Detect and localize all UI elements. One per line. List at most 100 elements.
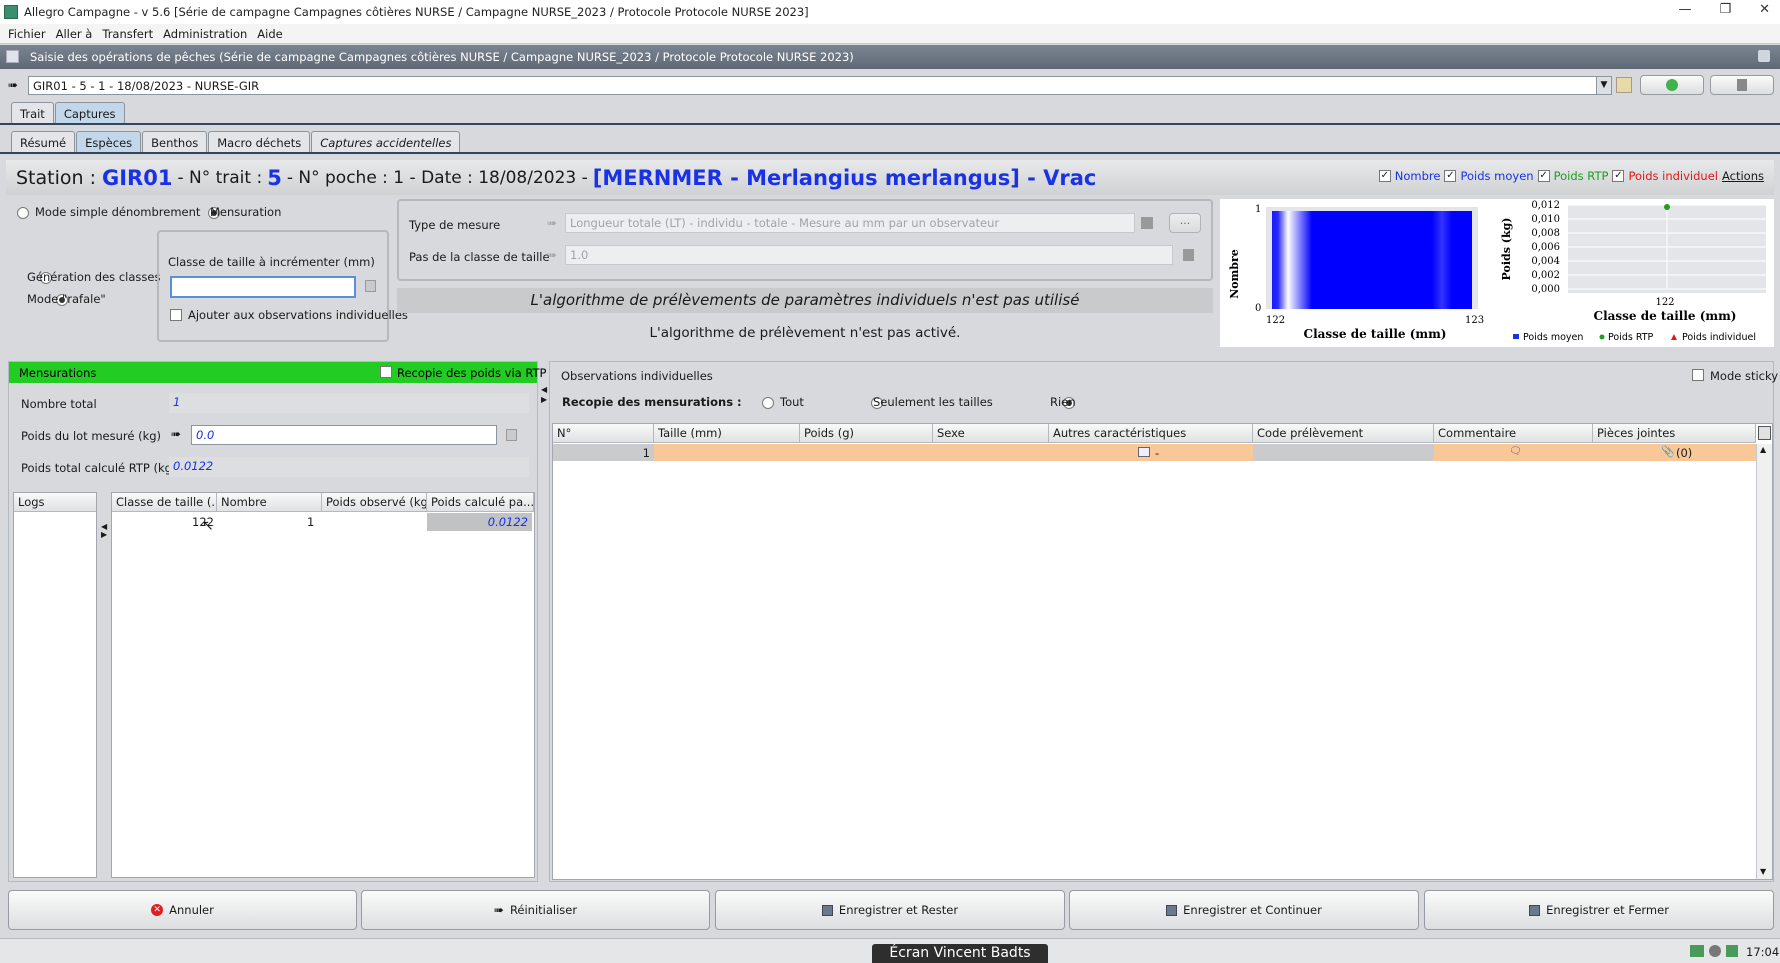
enregistrer-fermer-button[interactable]: Enregistrer et Fermer (1424, 890, 1774, 930)
table-scrollbar[interactable]: ▲ ▼ (1756, 444, 1772, 879)
app-icon (4, 5, 18, 19)
observations-title: Observations individuelles (561, 369, 713, 383)
col-code[interactable]: Code prélèvement (1253, 424, 1434, 443)
checkbox-mode-sticky[interactable] (1692, 369, 1704, 381)
classe-taille-input[interactable] (170, 276, 356, 298)
menu-fichier[interactable]: Fichier (8, 27, 46, 41)
tab-macro-dechets[interactable]: Macro déchets (208, 131, 311, 154)
col-n[interactable]: N° (553, 424, 654, 443)
chart2-ytick: 0,004 (1531, 256, 1560, 267)
nombre-total-field: 1 (169, 393, 529, 413)
enregistrer-continuer-button[interactable]: Enregistrer et Continuer (1069, 890, 1419, 930)
enregistrer-rester-button[interactable]: Enregistrer et Rester (715, 890, 1065, 930)
pin-icon[interactable] (1758, 50, 1770, 62)
pas-classe-field[interactable]: 1.0 (565, 245, 1173, 265)
chart2-xtick: 122 (1655, 297, 1674, 308)
trash-icon (1737, 79, 1747, 91)
chart2-yticks: 0,012 0,010 0,008 0,006 0,004 0,002 0,000 (1531, 200, 1560, 295)
poids-lot-input[interactable]: 0.0 (191, 425, 497, 445)
comment-icon[interactable]: 🗨 (1509, 446, 1522, 457)
more-button[interactable]: ... (1169, 213, 1201, 233)
menu-transfert[interactable]: Transfert (102, 27, 153, 41)
delete-button[interactable] (1710, 75, 1774, 95)
ajouter-label: Ajouter aux observations individuelles (188, 308, 408, 322)
edit-icon[interactable] (1616, 77, 1632, 93)
chevron-down-icon[interactable]: ▼ (1596, 77, 1611, 94)
col-poids-observe[interactable]: Poids observé (kg) (322, 493, 427, 512)
tab-especes[interactable]: Espèces (76, 131, 142, 154)
col-autres[interactable]: Autres caractéristiques (1049, 424, 1253, 443)
operation-combo[interactable]: GIR01 - 5 - 1 - 18/08/2023 - NURSE-GIR ▼ (28, 76, 1612, 95)
expand-arrow-icon[interactable]: ▶ (541, 395, 547, 404)
col-poids-calcule[interactable]: Poids calculé pa... (427, 493, 534, 512)
add-button[interactable] (1640, 75, 1704, 95)
trash-icon[interactable] (1141, 217, 1153, 229)
calculator-icon[interactable] (365, 280, 376, 292)
enregistrer-fermer-label: Enregistrer et Fermer (1546, 903, 1669, 917)
col-classe[interactable]: Classe de taille (... (112, 493, 217, 512)
tab-benthos[interactable]: Benthos (142, 131, 208, 154)
checkbox-ajouter[interactable] (170, 309, 182, 321)
checkbox-poids-individuel[interactable]: ✓ (1612, 170, 1625, 182)
reinitialiser-button[interactable]: ➠ Réinitialiser (361, 890, 710, 930)
chart1-xlabel: Classe de taille (mm) (1304, 327, 1447, 341)
cell-pieces[interactable]: (0) (1676, 446, 1692, 460)
cell-autres[interactable]: - (1155, 446, 1159, 460)
menu-aller[interactable]: Aller à (56, 27, 93, 41)
radio-mode-simple[interactable] (17, 207, 29, 219)
chart2-point-122 (1664, 204, 1670, 210)
table-row[interactable]: 122 1 0.0122 ↖ (112, 513, 534, 534)
menu-administration[interactable]: Administration (163, 27, 247, 41)
actions-menu[interactable]: Actions (1722, 169, 1764, 183)
list-icon[interactable] (1138, 447, 1150, 457)
checkbox-nombre[interactable]: ✓ (1378, 170, 1391, 182)
tray-icon[interactable] (1726, 945, 1738, 957)
chart2-xlabel: Classe de taille (mm) (1594, 309, 1737, 323)
goto-icon[interactable]: ➠ (171, 427, 181, 441)
checkbox-poids-rtp[interactable]: ✓ (1537, 170, 1550, 182)
collapse-arrow-icon[interactable]: ◀ (541, 385, 547, 394)
tab-captures[interactable]: Captures (54, 102, 125, 125)
chart1-ytick-bottom: 0 (1255, 303, 1261, 314)
network-icon[interactable] (1709, 945, 1721, 957)
annuler-button[interactable]: ✕ Annuler (8, 890, 357, 930)
goto-icon[interactable]: ➠ (8, 78, 18, 92)
scroll-down-icon[interactable]: ▼ (1760, 867, 1766, 876)
minimize-icon[interactable]: — (1678, 2, 1691, 17)
table-settings-icon[interactable] (1758, 426, 1771, 440)
checkbox-recopie-rtp[interactable] (380, 366, 392, 378)
calculator-icon[interactable] (1183, 249, 1194, 261)
calculator-icon[interactable] (506, 429, 517, 441)
operation-value: GIR01 - 5 - 1 - 18/08/2023 - NURSE-GIR (33, 79, 260, 93)
species-header: Station : GIR01 - N° trait : 5 - N° poch… (6, 160, 1774, 195)
sync-icon[interactable] (1690, 945, 1704, 957)
checkbox-poids-moyen[interactable]: ✓ (1444, 170, 1457, 182)
annuler-label: Annuler (169, 903, 214, 917)
tab-resume[interactable]: Résumé (11, 131, 76, 154)
scroll-up-icon[interactable]: ▲ (1760, 445, 1766, 454)
col-commentaire[interactable]: Commentaire (1434, 424, 1593, 443)
paperclip-icon[interactable]: 📎 (1661, 445, 1675, 458)
cell-nombre[interactable]: 1 (307, 515, 314, 529)
expand-arrow-icon[interactable]: ▶ (101, 530, 107, 539)
tab-underline (0, 123, 1780, 125)
type-mesure-field[interactable]: Longueur totale (LT) - individu - totale… (565, 213, 1135, 233)
chart2-ytick: 0,008 (1531, 228, 1560, 239)
radio-tout[interactable] (762, 397, 774, 409)
algo-banner: L'algorithme de prélèvements de paramètr… (397, 288, 1213, 313)
menu-aide[interactable]: Aide (257, 27, 282, 41)
legend-poids-rtp: Poids RTP (1608, 332, 1654, 343)
tab-captures-accidentelles[interactable]: Captures accidentelles (311, 131, 461, 154)
tab-trait[interactable]: Trait (11, 102, 54, 125)
table-row[interactable]: 1 - 🗨 📎 (0) (553, 444, 1756, 461)
close-icon[interactable]: ✕ (1759, 2, 1770, 17)
col-pieces[interactable]: Pièces jointes (1593, 424, 1756, 443)
col-sexe[interactable]: Sexe (933, 424, 1049, 443)
cell-code[interactable] (1253, 444, 1434, 461)
col-poids[interactable]: Poids (g) (800, 424, 933, 443)
mode-sticky-label: Mode sticky (1710, 369, 1779, 383)
maximize-icon[interactable]: ❐ (1719, 2, 1731, 17)
goto-icon: ➠ (547, 216, 558, 230)
col-taille[interactable]: Taille (mm) (654, 424, 800, 443)
col-nombre[interactable]: Nombre (217, 493, 322, 512)
